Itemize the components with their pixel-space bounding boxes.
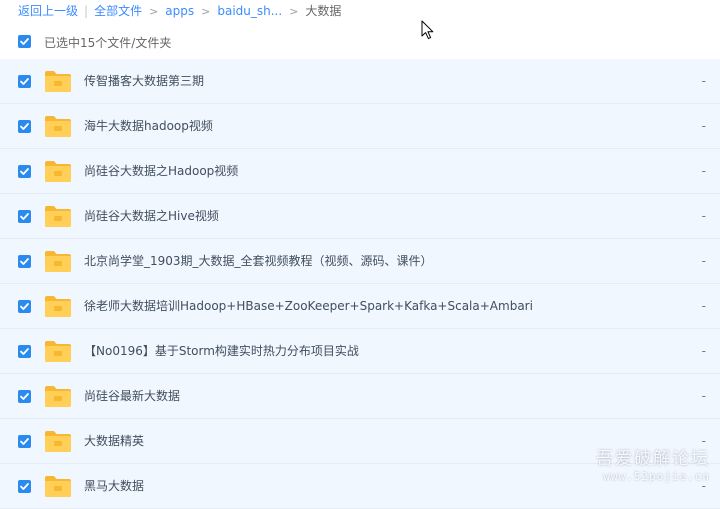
checkmark-icon (20, 78, 29, 85)
folder-icon (45, 431, 71, 452)
checkmark-icon (20, 258, 29, 265)
file-checkbox[interactable] (18, 120, 31, 133)
file-row[interactable]: 徐老师大数据培训Hadoop+HBase+ZooKeeper+Spark+Kaf… (0, 284, 720, 329)
folder-icon (45, 251, 71, 272)
checkmark-icon (20, 348, 29, 355)
file-checkbox[interactable] (18, 390, 31, 403)
folder-icon (45, 116, 71, 137)
breadcrumb-divider: | (84, 4, 89, 18)
breadcrumb: 返回上一级 | 全部文件 > apps > baidu_sh... > 大数据 (18, 0, 341, 22)
checkmark-icon (20, 38, 29, 45)
file-name[interactable]: 尚硅谷大数据之Hadoop视频 (84, 149, 238, 194)
breadcrumb-baidu[interactable]: baidu_sh... (217, 4, 282, 18)
file-name[interactable]: 传智播客大数据第三期 (84, 59, 204, 104)
folder-icon (45, 296, 71, 317)
file-name[interactable]: 北京尚学堂_1903期_大数据_全套视频教程（视频、源码、课件） (84, 239, 433, 284)
file-list: 传智播客大数据第三期 - 海牛大数据hadoop视频 - 尚硅谷大数据之Hadoop视频… (0, 59, 720, 509)
file-row[interactable]: 【No0196】基于Storm构建实时热力分布项目实战 - (0, 329, 720, 374)
mouse-pointer-icon (421, 20, 434, 40)
file-size: - (701, 119, 706, 133)
selection-count-text: 已选中15个文件/文件夹 (44, 36, 172, 50)
breadcrumb-arrow-icon: > (289, 5, 299, 18)
select-all-checkbox[interactable] (18, 35, 31, 48)
file-name[interactable]: 大数据精英 (84, 419, 144, 464)
file-size: - (701, 479, 706, 493)
checkmark-icon (20, 483, 29, 490)
file-size: - (701, 164, 706, 178)
folder-icon (45, 71, 71, 92)
file-checkbox[interactable] (18, 255, 31, 268)
checkmark-icon (20, 393, 29, 400)
folder-icon (45, 476, 71, 497)
breadcrumb-arrow-icon: > (149, 5, 159, 18)
file-row[interactable]: 传智播客大数据第三期 - (0, 59, 720, 104)
file-size: - (701, 254, 706, 268)
checkmark-icon (20, 303, 29, 310)
file-row[interactable]: 尚硅谷大数据之Hive视频 - (0, 194, 720, 239)
file-size: - (701, 299, 706, 313)
file-size: - (701, 344, 706, 358)
file-checkbox[interactable] (18, 75, 31, 88)
file-size: - (701, 389, 706, 403)
file-row[interactable]: 海牛大数据hadoop视频 - (0, 104, 720, 149)
file-name[interactable]: 徐老师大数据培训Hadoop+HBase+ZooKeeper+Spark+Kaf… (84, 284, 533, 329)
file-size: - (701, 74, 706, 88)
breadcrumb-all-files[interactable]: 全部文件 (94, 4, 142, 18)
file-row[interactable]: 北京尚学堂_1903期_大数据_全套视频教程（视频、源码、课件） - (0, 239, 720, 284)
file-checkbox[interactable] (18, 435, 31, 448)
folder-icon (45, 386, 71, 407)
file-row[interactable]: 尚硅谷大数据之Hadoop视频 - (0, 149, 720, 194)
file-row[interactable]: 尚硅谷最新大数据 - (0, 374, 720, 419)
folder-icon (45, 161, 71, 182)
file-row[interactable]: 黑马大数据 - (0, 464, 720, 509)
folder-icon (45, 206, 71, 227)
file-checkbox[interactable] (18, 210, 31, 223)
back-link[interactable]: 返回上一级 (18, 4, 78, 18)
breadcrumb-apps[interactable]: apps (165, 4, 194, 18)
checkmark-icon (20, 438, 29, 445)
folder-icon (45, 341, 71, 362)
file-checkbox[interactable] (18, 165, 31, 178)
file-checkbox[interactable] (18, 480, 31, 493)
file-checkbox[interactable] (18, 345, 31, 358)
file-name[interactable]: 黑马大数据 (84, 464, 144, 509)
file-row[interactable]: 大数据精英 - (0, 419, 720, 464)
checkmark-icon (20, 213, 29, 220)
file-size: - (701, 209, 706, 223)
file-name[interactable]: 海牛大数据hadoop视频 (84, 104, 213, 149)
file-size: - (701, 434, 706, 448)
breadcrumb-arrow-icon: > (201, 5, 211, 18)
breadcrumb-current: 大数据 (305, 4, 342, 18)
file-name[interactable]: 尚硅谷大数据之Hive视频 (84, 194, 219, 239)
file-name[interactable]: 尚硅谷最新大数据 (84, 374, 180, 419)
file-name[interactable]: 【No0196】基于Storm构建实时热力分布项目实战 (84, 329, 359, 374)
file-checkbox[interactable] (18, 300, 31, 313)
selection-header: 已选中15个文件/文件夹 (0, 24, 720, 60)
checkmark-icon (20, 123, 29, 130)
checkmark-icon (20, 168, 29, 175)
